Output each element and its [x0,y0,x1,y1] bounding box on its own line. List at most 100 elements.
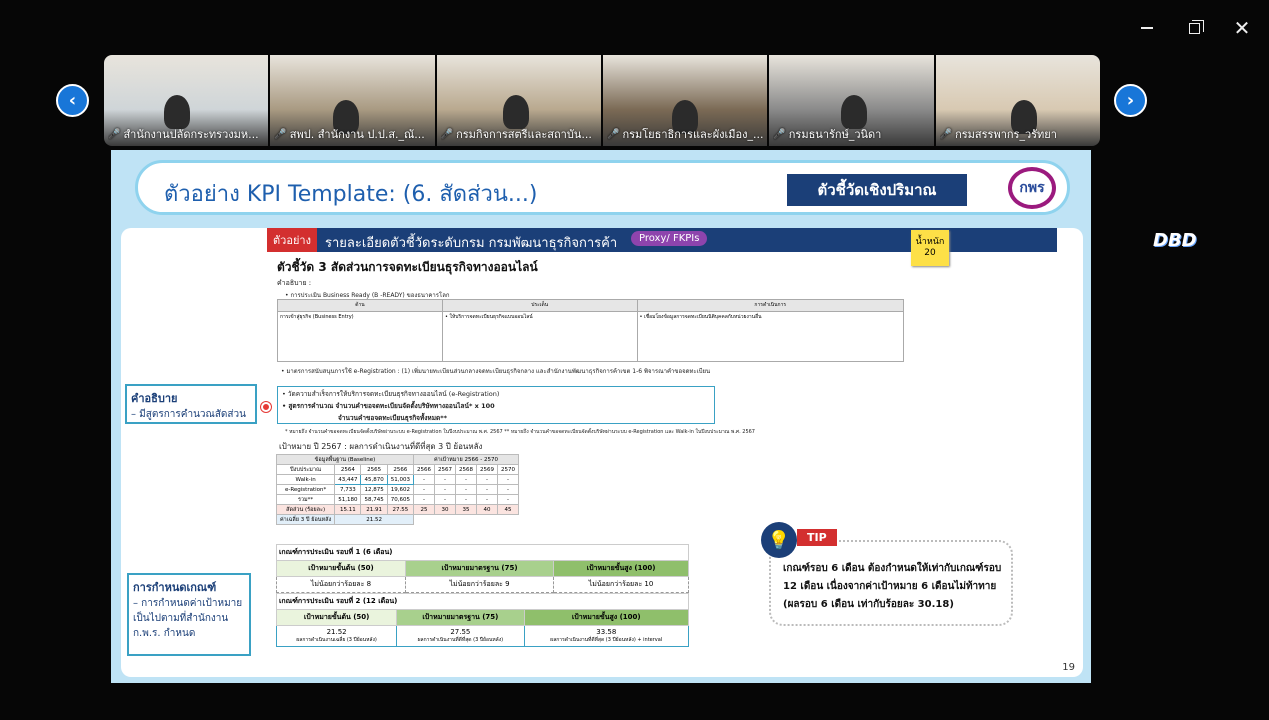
crit-value: 33.58 ผลการดำเนินงานที่ดีที่สุด (3 ปีย้อน… [523,625,690,647]
td: - [475,474,498,485]
td: 2566 [386,464,414,475]
slide-title: ตัวอย่าง KPI Template: (6. สัดส่วน...) [164,182,538,207]
measure-text: • มาตรการสนับสนุนการใช้ e-Registration :… [281,368,711,375]
th: ค่าเป้าหมาย 2566 - 2570 [412,454,519,465]
crit-value-text: 33.58 [596,628,617,636]
td: 35 [454,504,477,515]
opdc-logo: กพร [1008,167,1056,209]
participant-name: กรมกิจการสตรีและสถาบัน... [456,128,592,141]
crit-value-text: ไม่น้อยกว่าร้อยละ 10 [588,580,654,588]
td: 7,733 [334,484,362,495]
participant-label: 🎤 กรมโยธาธิการและผังเมือง_... [607,125,765,143]
td: 43,447 [334,474,362,485]
participant-strip: 🎤 สำนักงานปลัดกระทรวงมห... 🎤 สพป. สำนักงาน … [104,55,1100,146]
td: 2566 [412,464,435,475]
participant-label: 🎤 กรมธนารักษ์_วนิดา [773,125,931,143]
participant-label: 🎤 สพป. สำนักงาน ป.ป.ส._ณั... [274,125,432,143]
tip-text: เกณฑ์รอบ 6 เดือน ต้องกำหนดให้เท่ากับเกณฑ… [783,563,1002,610]
td: 25 [412,504,435,515]
td: 2568 [454,464,477,475]
crit-header: เป้าหมายมาตรฐาน (75) [396,609,525,626]
quantitative-badge: ตัวชี้วัดเชิงปริมาณ [787,174,967,206]
minimize-button[interactable] [1133,14,1161,42]
criteria-round1: เกณฑ์การประเมิน รอบที่ 1 (6 เดือน) เป้าหม… [276,544,689,593]
participant-tile[interactable]: 🎤 กรมกิจการสตรีและสถาบัน... [436,55,601,146]
td: - [412,474,435,485]
td: 51,180 [334,494,362,505]
td: 40 [475,504,498,515]
td: - [496,494,519,505]
td: e-Registration* [275,484,336,495]
td: ปีงบประมาณ [275,464,336,475]
td: ค่าเฉลี่ย 3 ปี ย้อนหลัง [275,514,336,525]
td: - [412,484,435,495]
td: - [433,474,456,485]
td: 21.52 [334,514,414,525]
td: - [454,474,477,485]
participant-name: สำนักงานปลัดกระทรวงมห... [123,128,259,141]
td: 2570 [496,464,519,475]
crit-title: เกณฑ์การประเมิน รอบที่ 2 (12 เดือน) [276,593,689,610]
participant-tile[interactable]: 🎤 กรมสรรพากร_วรัทยา [935,55,1100,146]
participant-tile[interactable]: 🎤 สพป. สำนักงาน ป.ป.ส._ณั... [270,55,435,146]
participant-label: 🎤 กรมกิจการสตรีและสถาบัน... [441,125,599,143]
td: - [454,484,477,495]
td: - [475,494,498,505]
muted-mic-icon: 🎤 [606,128,620,140]
criteria-callout: การกำหนดเกณฑ์ – การกำหนดค่าเป้าหมาย เป็นไ… [127,573,251,656]
td: 70,605 [386,494,414,505]
weight-label: น้ำหนัก [915,237,945,247]
crit-sub: ผลการดำเนินงานที่ดีที่สุด (3 ปีย้อนหลัง) [417,637,504,643]
participant-tile[interactable]: 🎤 กรมโยธาธิการและผังเมือง_... [602,55,768,146]
formula-line: • วัดความสำเร็จการให้บริการจดทะเบียนธุรก… [282,390,500,398]
chevron-right-icon: › [1126,90,1135,111]
crit-sub: ผลการดำเนินงานเฉลี่ย (3 ปีย้อนหลัง) [296,637,377,643]
close-button[interactable]: ✕ [1228,14,1256,42]
crit-header: เป้าหมายขั้นต้น (50) [275,609,398,626]
muted-mic-icon: 🎤 [274,128,287,140]
td: 21.91 [360,504,388,515]
td: 30 [433,504,456,515]
callout-text: – มีสูตรการคำนวณสัดส่วน [131,409,246,420]
muted-mic-icon: 🎤 [939,128,953,140]
participant-tile[interactable]: 🎤 กรมธนารักษ์_วนิดา [769,55,934,146]
dbd-logo: DBD [1153,230,1197,251]
participant-name: กรมธนารักษ์_วนิดา [788,128,882,141]
crit-header: เป้าหมายขั้นสูง (100) [553,560,689,577]
close-icon: ✕ [1233,16,1251,40]
td: Walk-in [275,474,336,485]
meeting-window: ✕ ‹ › 🎤 สำนักงานปลัดกระทรวงมห... 🎤 สพป. สำน… [0,0,1269,720]
baseline-table: ข้อมูลพื้นฐาน (Baseline) ค่าเป้าหมาย 2566… [275,454,519,525]
td: 45 [496,504,519,515]
crit-header: เป้าหมายมาตรฐาน (75) [404,560,555,577]
next-participants-button[interactable]: › [1114,84,1147,117]
crit-header: เป้าหมายขั้นต้น (50) [276,560,406,577]
person-silhouette [502,95,529,129]
td: 12,875 [360,484,388,495]
participant-label: 🎤 กรมสรรพากร_วรัทยา [940,125,1098,143]
td: 27.55 [386,504,414,515]
formula-line: • สูตรการคำนวณ จำนวนคำขอจดทะเบียนจัดตั้ง… [282,402,495,410]
kpi-title: ตัวชี้วัด 3 สัดส่วนการจดทะเบียนธุรกิจทาง… [277,260,538,274]
callout-text: – การกำหนดค่าเป้าหมาย เป็นไปตามที่สำนักง… [133,598,243,639]
chevron-left-icon: ‹ [68,90,77,111]
muted-mic-icon: 🎤 [440,128,454,140]
td: - [496,474,519,485]
example-tag: ตัวอย่าง [267,228,317,252]
crit-value: 21.52 ผลการดำเนินงานเฉลี่ย (3 ปีย้อนหลัง) [275,625,398,647]
logo-text: กพร [1019,180,1045,196]
td: - [433,494,456,505]
participant-tile[interactable]: 🎤 สำนักงานปลัดกระทรวงมห... [104,55,269,146]
crit-value: ไม่น้อยกว่าร้อยละ 9 [404,576,555,593]
td: - [433,484,456,495]
formula-box: • วัดความสำเร็จการให้บริการจดทะเบียนธุรก… [277,386,715,424]
td: - [475,484,498,495]
td: 51,003 [386,474,414,485]
proxy-badge: Proxy/ FKPIs [631,231,708,246]
restore-button[interactable] [1180,14,1208,42]
def-cell: การเข้าสู่ธุรกิจ (Business Entry) [277,311,443,362]
person-silhouette [841,95,868,129]
previous-participants-button[interactable]: ‹ [56,84,89,117]
page-number: 19 [1062,662,1075,673]
tip-tag: TIP [797,529,837,546]
